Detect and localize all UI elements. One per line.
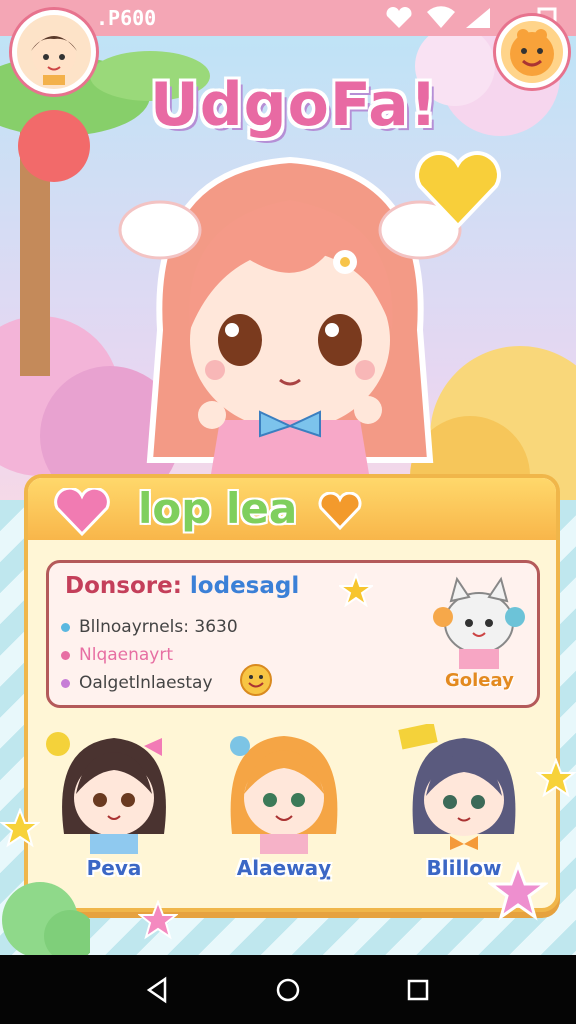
- character-portrait: [46, 732, 166, 854]
- mascot-menu-button[interactable]: [496, 16, 568, 88]
- character-card[interactable]: Alaewaỵ: [214, 724, 354, 894]
- bullet-dot: [61, 623, 70, 632]
- heart-icon: [386, 7, 412, 28]
- bullet-dot: [61, 679, 70, 688]
- character-portrait: [230, 736, 338, 854]
- recents-button[interactable]: [396, 968, 440, 1012]
- orange-heart-icon: [318, 492, 362, 531]
- recents-icon: [407, 979, 429, 1001]
- status-time: .P600: [96, 6, 157, 30]
- cat-pet-illustration[interactable]: [431, 573, 527, 673]
- card-header: lop lea: [28, 478, 556, 540]
- main-card: lop lea Donsore: lodesagl Bllnoayrnels: …: [24, 474, 560, 912]
- info-line: Nlqaenayrt: [61, 645, 174, 665]
- star-icon: [138, 900, 178, 940]
- signal-icon: [466, 8, 490, 28]
- character-name: Alaewaỵ: [236, 856, 332, 880]
- info-title-value: lodesagl: [189, 573, 300, 599]
- smiley-icon: [240, 664, 272, 696]
- back-icon: [146, 976, 167, 1004]
- info-title-label: Donsore:: [65, 573, 182, 599]
- character-card[interactable]: Peva: [44, 724, 184, 894]
- star-icon: [0, 808, 40, 848]
- home-icon: [276, 978, 300, 1002]
- profile-avatar[interactable]: [12, 10, 96, 94]
- info-panel: Donsore: lodesagl Bllnoayrnels: 3630 Nlq…: [46, 560, 540, 708]
- bullet-dot: [61, 651, 70, 660]
- character-portrait: [398, 722, 516, 850]
- wifi-icon: [427, 6, 455, 28]
- info-title: Donsore: lodesagl: [65, 573, 299, 599]
- info-line-text: Bllnoayrnels: 3630: [79, 617, 238, 637]
- info-line-text: Oalgetlnlaestay: [79, 673, 213, 693]
- green-bush-decoration: [2, 882, 90, 956]
- star-icon: [488, 862, 548, 921]
- pink-heart-icon: [54, 488, 110, 537]
- pet-name-label: Goleay: [445, 670, 514, 691]
- yellow-heart-balloon: [415, 151, 501, 229]
- back-button[interactable]: [136, 968, 180, 1012]
- info-line-text: Nlqaenayrt: [79, 645, 174, 665]
- info-line: Oalgetlnlaestay: [61, 673, 213, 693]
- home-button[interactable]: [266, 968, 310, 1012]
- star-icon: [339, 573, 373, 607]
- card-title: lop lea: [138, 484, 298, 533]
- info-line: Bllnoayrnels: 3630: [61, 617, 238, 637]
- star-icon: [536, 758, 576, 798]
